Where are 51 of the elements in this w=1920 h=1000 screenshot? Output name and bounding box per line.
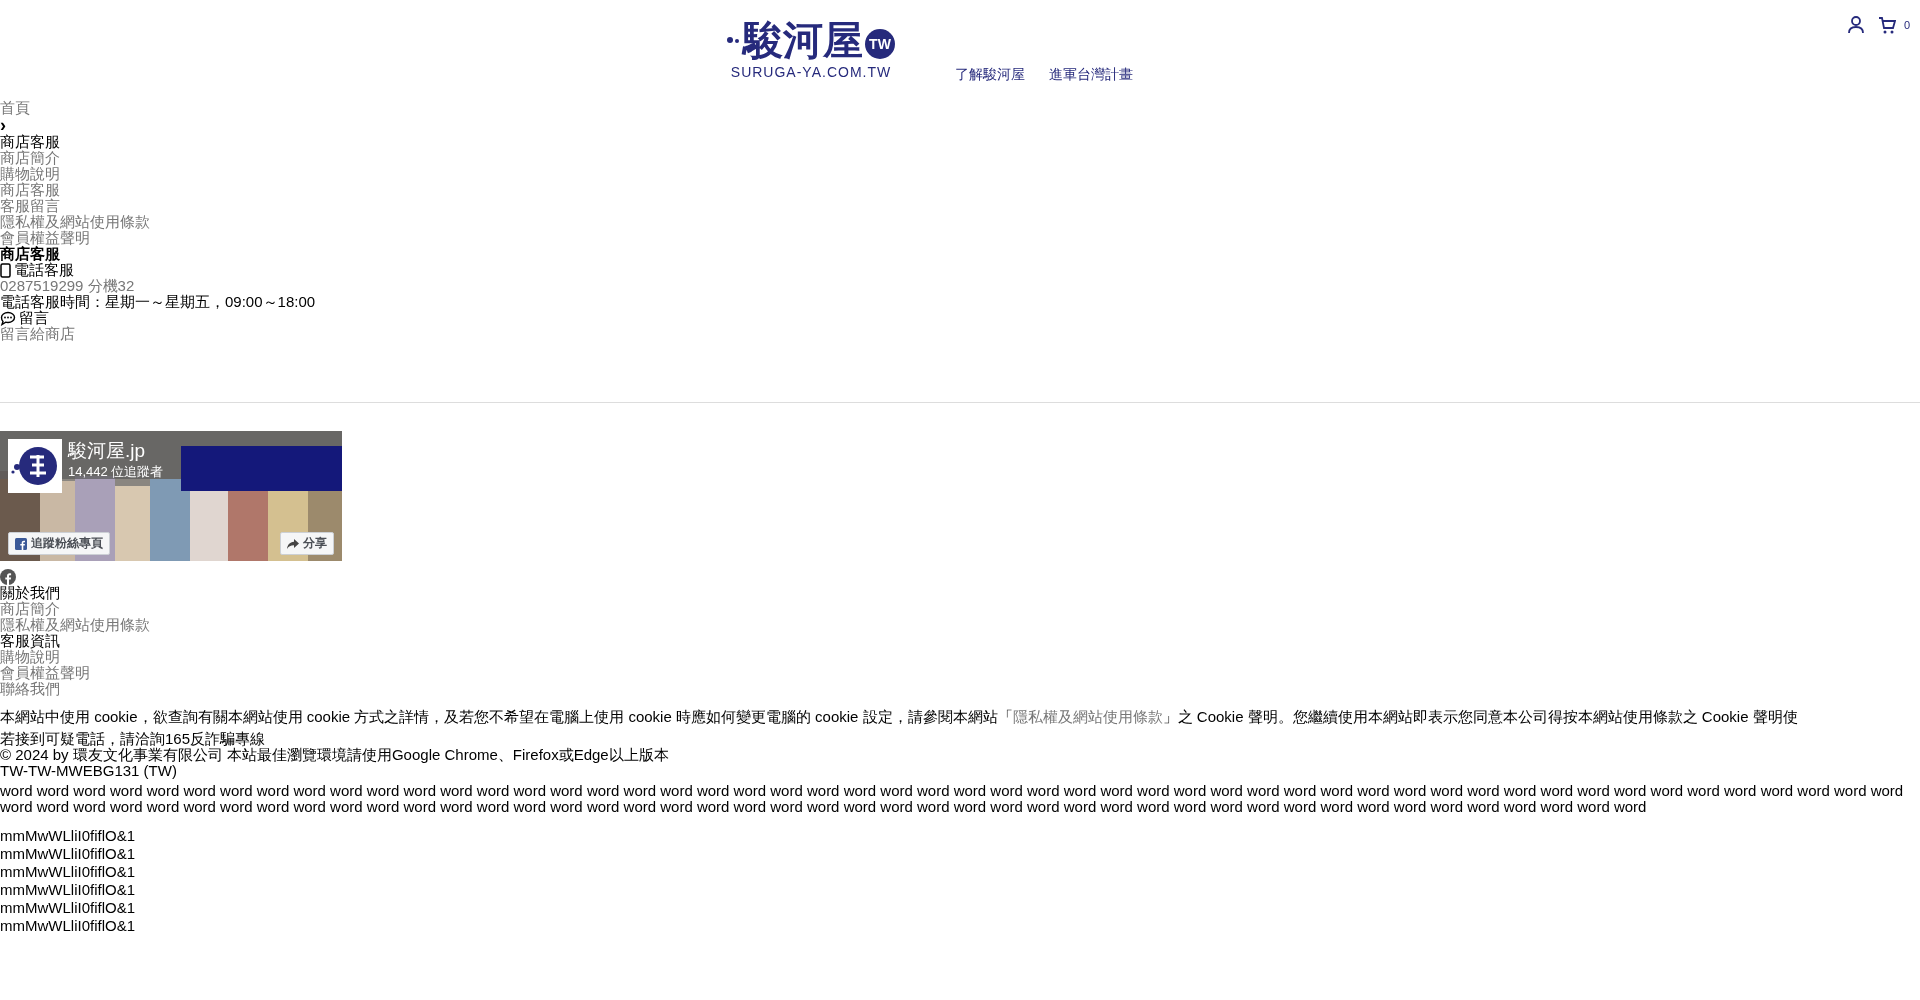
sample-paragraph: word word word word word word word word word word word word word word word word word word word word word word word word word word word word word word word word word word word word word word word word word word word word word word word word word word word word word word word word word word word word word word word word word word word word word word word word word word word word word word word word word word word word word word word word word word word word word word word word word xyxy=(0,783,1905,815)
sidebar-link[interactable]: 商店客服 xyxy=(0,182,60,198)
sample-line: mmMwWLliI0fiflO&1 xyxy=(0,827,135,845)
follower-count: 14,442 位追蹤者 xyxy=(68,463,164,481)
share-button[interactable]: 分享 xyxy=(280,532,334,555)
site-logo[interactable]: 駿河屋 TW SURUGA-YA.COM.TW xyxy=(727,18,895,100)
breadcrumb-link[interactable]: 首頁 xyxy=(0,100,30,116)
phone-number: 0287519299 分機32 xyxy=(0,278,135,294)
sidebar-link[interactable]: 商店簡介 xyxy=(0,150,60,166)
sidebar-link[interactable]: 隱私權及網站使用條款 xyxy=(0,214,150,230)
phone-icon xyxy=(0,262,11,278)
sample-line: mmMwWLliI0fiflO&1 xyxy=(0,845,135,863)
message-link[interactable]: 留言給商店 xyxy=(0,326,75,342)
nav-link[interactable]: 了解駿河屋 xyxy=(955,66,1025,84)
breadcrumb-current: 商店客服 xyxy=(0,134,60,150)
footer-link[interactable]: 隱私權及網站使用條款 xyxy=(0,617,150,633)
brand-logo-icon[interactable] xyxy=(8,439,62,493)
share-icon xyxy=(287,538,299,549)
facebook-icon[interactable] xyxy=(0,569,16,585)
page-name-link[interactable]: 駿河屋.jp xyxy=(68,439,164,463)
sidebar-link[interactable]: 購物說明 xyxy=(0,166,60,182)
sample-line: mmMwWLliI0fiflO&1 xyxy=(0,863,135,881)
cookie-notice: 本網站中使用 cookie，欲查詢有關本網站使用 cookie 方式之詳情，及若您不希望在電腦上使用 cookie 時應如何變更電腦的 cookie 設定，請參閱本網站「隱私權及網站使用條款」之 Cookie 聲明。您繼續使用本網站即表示您同意本公司得按本網站使用條款之 Cookie 聲明使 xyxy=(0,707,1798,727)
service-hours: 電話客服時間：星期一～星期五，09:00～18:00 xyxy=(0,294,316,310)
cart-icon[interactable] xyxy=(1877,16,1896,34)
footer-heading: 關於我們 xyxy=(0,585,60,601)
version-code: TW-TW-MWEBG131 (TW) xyxy=(0,763,177,779)
phone-label: 電話客服 xyxy=(14,262,74,278)
footer-link[interactable]: 購物說明 xyxy=(0,649,60,665)
sidebar-link[interactable]: 會員權益聲明 xyxy=(0,230,90,246)
footer-heading: 客服資訊 xyxy=(0,633,60,649)
chat-icon xyxy=(0,310,16,326)
sample-line: mmMwWLliI0fiflO&1 xyxy=(0,899,135,917)
message-label: 留言 xyxy=(19,310,49,326)
footer-link[interactable]: 聯絡我們 xyxy=(0,681,60,697)
footer-link[interactable]: 商店簡介 xyxy=(0,601,60,617)
fraud-notice: 若接到可疑電話，請洽詢165反詐騙專線 xyxy=(0,731,266,747)
cart-count: 0 xyxy=(1903,19,1910,31)
dots-icon xyxy=(727,35,741,45)
footer-link[interactable]: 會員權益聲明 xyxy=(0,665,90,681)
user-icon[interactable] xyxy=(1847,16,1864,34)
section-title: 商店客服 xyxy=(0,246,60,262)
follow-page-button[interactable]: 追蹤粉絲專頁 xyxy=(8,532,110,555)
sample-line: mmMwWLliI0fiflO&1 xyxy=(0,881,135,899)
breadcrumb-separator: › xyxy=(0,116,6,134)
nav-link[interactable]: 進軍台灣計畫 xyxy=(1049,66,1133,84)
sample-line: mmMwWLliI0fiflO&1 xyxy=(0,917,135,935)
sidebar-link[interactable]: 客服留言 xyxy=(0,198,60,214)
privacy-link[interactable]: 隱私權及網站使用條款 xyxy=(1012,708,1163,725)
copyright-text: © 2024 by 環友文化事業有限公司 本站最佳瀏覽環境請使用Google Chrome、Firefox或Edge以上版本 xyxy=(0,747,669,763)
facebook-icon xyxy=(15,537,27,550)
